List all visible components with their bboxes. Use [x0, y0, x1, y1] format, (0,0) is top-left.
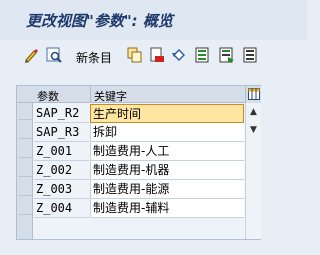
parameter-table: 参数 关键字 SAP_R2 生产时间 SAP_R3 拆卸 Z_001 制造费用-… [16, 85, 261, 240]
param-cell: SAP_R2 [34, 104, 89, 123]
keyword-input[interactable]: 制造费用-辅料 [90, 199, 244, 218]
param-cell: Z_001 [34, 142, 89, 161]
vertical-scrollbar[interactable]: ▲ ▼ [245, 103, 261, 239]
column-header-param[interactable]: 参数 [33, 86, 90, 103]
param-cell: SAP_R3 [34, 123, 89, 142]
row-selector[interactable] [18, 199, 32, 215]
undo-icon[interactable] [171, 47, 187, 63]
new-entries-button[interactable]: 新条目 [76, 49, 112, 66]
scroll-up-icon[interactable]: ▲ [246, 105, 261, 120]
copy-icon[interactable] [127, 47, 143, 63]
keyword-input[interactable]: 生产时间 [90, 104, 244, 123]
keyword-input[interactable]: 制造费用-能源 [90, 180, 244, 199]
column-settings-button[interactable] [245, 86, 261, 103]
param-cell: Z_002 [34, 161, 89, 180]
select-all-rows-corner[interactable] [17, 86, 33, 103]
column-header-keyword-label: 关键字 [94, 90, 127, 103]
edit-icon[interactable] [24, 47, 40, 63]
row-selector[interactable] [18, 180, 32, 196]
param-cell: Z_003 [34, 180, 89, 199]
display-change-icon[interactable] [46, 47, 62, 63]
keyword-input[interactable]: 制造费用-机器 [90, 161, 244, 180]
row-selector[interactable] [18, 161, 32, 177]
scroll-down-icon[interactable]: ▼ [246, 123, 261, 138]
column-header-keyword[interactable]: 关键字 [90, 86, 245, 103]
row-selector[interactable] [18, 142, 32, 158]
row-selector[interactable] [18, 104, 32, 120]
delete-icon[interactable] [149, 47, 165, 63]
deselect-all-icon[interactable] [243, 47, 259, 63]
param-cell: Z_004 [34, 199, 89, 218]
column-header-param-label: 参数 [37, 90, 59, 103]
keyword-input[interactable]: 拆卸 [90, 123, 244, 142]
select-block-icon[interactable] [219, 47, 235, 63]
page-title: 更改视图"参数": 概览 [26, 12, 173, 30]
column-settings-icon [248, 88, 260, 100]
select-all-icon[interactable] [195, 47, 211, 63]
application-toolbar: 新条目 [0, 40, 307, 70]
row-selector[interactable] [18, 123, 32, 139]
keyword-input[interactable]: 制造费用-人工 [90, 142, 244, 161]
title-bar: 更改视图"参数": 概览 [0, 0, 307, 40]
row-selector-column [17, 103, 33, 239]
